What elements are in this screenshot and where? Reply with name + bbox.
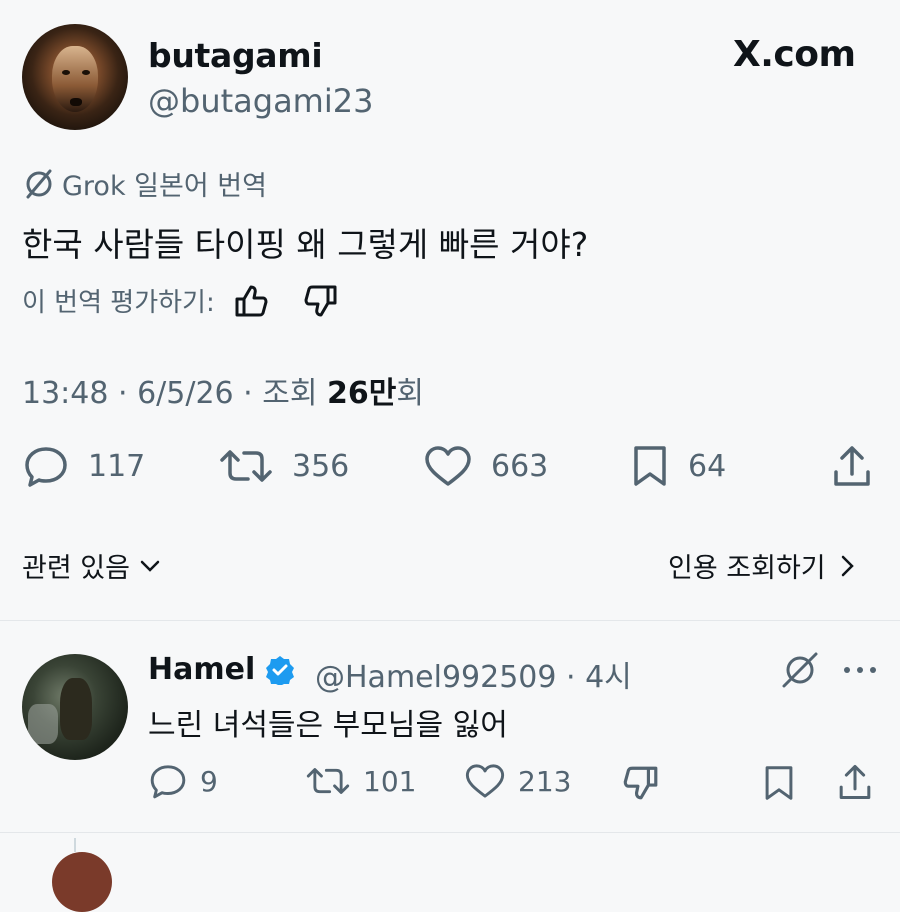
bookmark-icon: [634, 446, 666, 486]
reply-count: 117: [88, 448, 146, 484]
thread-line: [74, 838, 76, 852]
share-icon[interactable]: [836, 762, 874, 802]
reply-handle-time[interactable]: @Hamel992509 · 4시: [315, 652, 632, 696]
share-icon: [834, 446, 870, 486]
like-count: 663: [491, 448, 549, 484]
next-reply-avatar[interactable]: [52, 852, 112, 912]
reply-repost-count: 101: [363, 764, 417, 798]
rate-translation-row: 이 번역 평가하기:: [22, 282, 339, 319]
divider: [0, 620, 900, 621]
view-suffix: 회: [396, 376, 424, 411]
chevron-down-icon: [140, 560, 160, 572]
repost-icon: [220, 450, 272, 482]
reply-text: 느린 녀석들은 부모님을 잃어: [148, 708, 508, 743]
author-handle[interactable]: @butagami23: [148, 82, 373, 120]
reply-button[interactable]: 117: [22, 444, 145, 488]
verified-badge-icon: [266, 655, 295, 685]
bookmark-button[interactable]: 64: [630, 444, 726, 488]
reply-author-name-row[interactable]: Hamel: [148, 652, 295, 687]
author-display-name[interactable]: butagami: [148, 36, 323, 75]
reply-like-button[interactable]: 213: [464, 762, 571, 800]
author-avatar[interactable]: [22, 24, 128, 130]
heart-icon: [465, 764, 505, 798]
rate-translation-label: 이 번역 평가하기:: [22, 288, 215, 318]
share-button[interactable]: [830, 444, 874, 488]
reply-display-name[interactable]: Hamel: [148, 652, 255, 687]
related-sort-dropdown[interactable]: 관련 있음: [22, 546, 162, 585]
chevron-right-icon: [841, 555, 854, 576]
tweet-meta: 13:48 · 6/5/26 · 조회 26만회: [22, 368, 424, 412]
tweet-timestamp[interactable]: 13:48 · 6/5/26 · 조회: [22, 376, 327, 411]
reply-icon: [25, 447, 67, 487]
thumbs-down-icon[interactable]: [620, 764, 660, 802]
repost-count: 356: [292, 448, 350, 484]
grok-icon[interactable]: [778, 650, 822, 690]
like-button[interactable]: 663: [423, 444, 548, 488]
grok-translation-text: Grok 일본어 번역: [62, 171, 267, 202]
grok-translation-label: Grok 일본어 번역: [22, 164, 267, 203]
quotes-label: 인용 조회하기: [668, 553, 826, 584]
tweet-text: 한국 사람들 타이핑 왜 그렇게 빠른 거야?: [22, 225, 589, 264]
divider: [0, 832, 900, 833]
thumbs-up-icon[interactable]: [233, 283, 271, 319]
related-label: 관련 있음: [22, 553, 130, 584]
view-quotes-link[interactable]: 인용 조회하기: [668, 546, 856, 585]
repost-icon: [306, 768, 350, 794]
reply-icon: [150, 765, 186, 799]
reply-avatar[interactable]: [22, 654, 128, 760]
reply-repost-button[interactable]: 101: [305, 762, 416, 800]
brand-logo: X.com: [733, 34, 856, 75]
repost-button[interactable]: 356: [218, 444, 349, 488]
reply-like-count: 213: [518, 764, 572, 798]
thumbs-down-icon[interactable]: [301, 283, 339, 319]
reply-reply-count: 9: [200, 764, 218, 798]
bookmark-count: 64: [688, 448, 727, 484]
grok-icon: [26, 169, 52, 198]
reply-reply-button[interactable]: 9: [148, 762, 218, 800]
heart-icon: [425, 446, 471, 486]
view-count: 26만: [326, 376, 397, 411]
bookmark-icon[interactable]: [762, 764, 796, 802]
more-options-icon[interactable]: [842, 664, 878, 676]
